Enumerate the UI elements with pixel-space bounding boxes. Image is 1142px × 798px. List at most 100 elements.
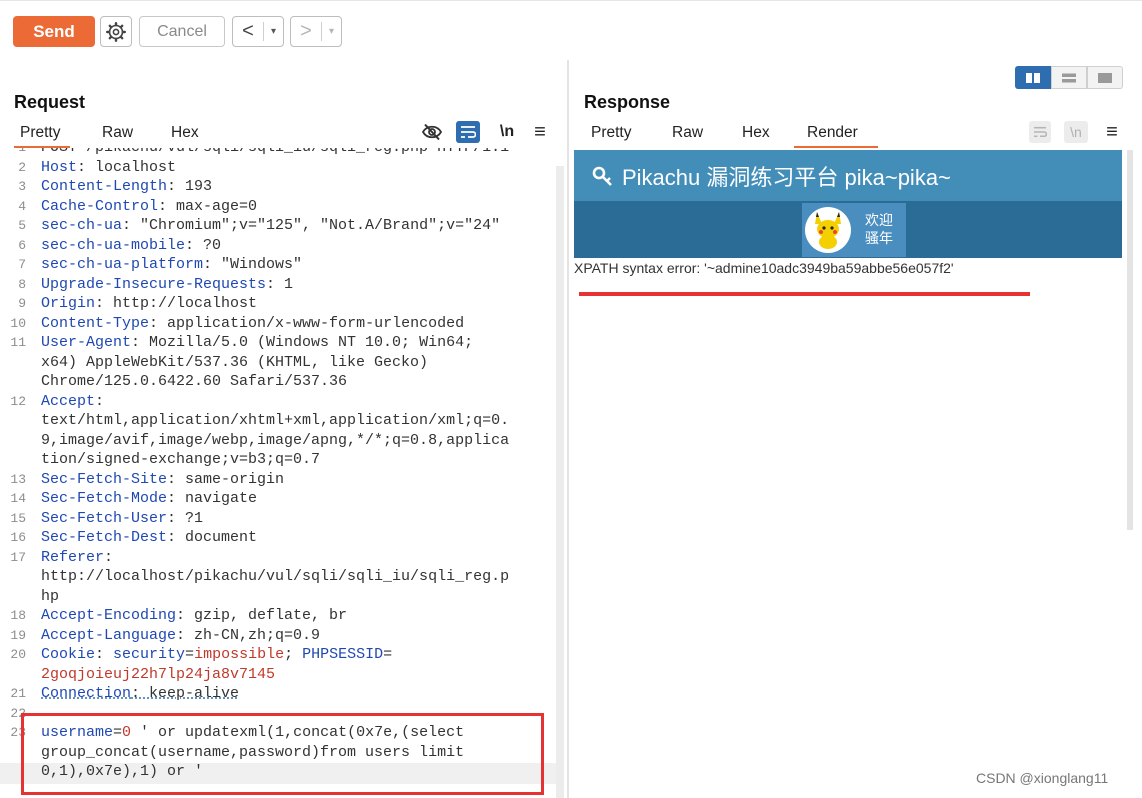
line-text: tion/signed-exchange;v=b3;q=0.7 <box>41 450 320 470</box>
forward-button[interactable]: > ▾ <box>290 16 342 47</box>
request-tab-hex[interactable]: Hex <box>171 124 199 142</box>
code-token: : ?0 <box>185 236 222 254</box>
code-token: : <box>95 646 114 663</box>
code-token: : max-age=0 <box>158 197 258 215</box>
code-line: 4 Cache-Control: max-age=0 <box>0 197 556 217</box>
response-scrollbar[interactable] <box>1127 150 1133 530</box>
code-token: : localhost <box>77 158 177 176</box>
line-text: sec-ch-ua: "Chromium";v="125", "Not.A/Br… <box>41 216 500 236</box>
line-number: 7 <box>18 257 26 272</box>
line-number: 15 <box>10 510 26 526</box>
code-line: 12 Accept: <box>0 392 556 412</box>
send-button[interactable]: Send <box>13 16 95 47</box>
line-number: 5 <box>18 218 26 233</box>
code-token: : application/x-www-form-urlencoded <box>149 314 465 332</box>
response-active-tab-indicator <box>794 146 878 148</box>
layout-tabs-button[interactable] <box>1087 66 1123 89</box>
layout-side-by-side-button[interactable] <box>1015 66 1051 89</box>
line-number: 16 <box>10 530 26 545</box>
request-menu-button[interactable]: ≡ <box>530 121 550 143</box>
line-number: 1 <box>0 148 26 158</box>
request-tab-raw[interactable]: Raw <box>102 124 133 142</box>
code-token: = <box>383 646 393 663</box>
back-button[interactable]: < ▾ <box>232 16 284 47</box>
code-token: Chrome/125.0.6422.60 Safari/537.36 <box>41 373 348 390</box>
back-history-dropdown[interactable]: ▾ <box>263 22 283 41</box>
response-menu-button[interactable]: ≡ <box>1103 121 1121 143</box>
response-tab-raw[interactable]: Raw <box>672 124 703 142</box>
line-text: Accept: <box>41 392 104 412</box>
code-token: : <box>104 548 114 566</box>
welcome-line-1: 欢迎 <box>865 213 893 229</box>
line-text: Chrome/125.0.6422.60 Safari/537.36 <box>41 372 347 392</box>
line-text: Cookie: security=impossible; PHPSESSID= <box>41 645 392 665</box>
code-line: 15 Sec-Fetch-User: ?1 <box>0 509 556 529</box>
code-token: Accept-Encoding <box>41 607 177 624</box>
request-editor[interactable]: 1 POST /pikachu/vul/sqli/sqli_iu/sqli_reg… <box>0 148 562 798</box>
code-token: 9,image/avif,image/webp,image/apng,*/*;q… <box>41 431 510 449</box>
code-token: : 193 <box>167 178 213 195</box>
code-token: Upgrade-Insecure-Requests <box>41 275 267 293</box>
code-token: ; <box>284 646 303 663</box>
line-number: 3 <box>18 179 26 194</box>
code-line: 9,image/avif,image/webp,image/apng,*/*;q… <box>0 431 556 451</box>
code-token: : "Windows" <box>203 256 303 273</box>
layout-stacked-button[interactable] <box>1051 66 1087 89</box>
code-token: Sec-Fetch-Mode <box>41 490 168 507</box>
line-number: 18 <box>10 608 26 623</box>
response-wrap-button[interactable] <box>1029 121 1051 143</box>
response-tab-render[interactable]: Render <box>807 124 858 142</box>
line-text: Sec-Fetch-Site: same-origin <box>41 470 284 490</box>
code-line: 18 Accept-Encoding: gzip, deflate, br <box>0 606 556 626</box>
line-text: Cache-Control: max-age=0 <box>41 197 257 217</box>
response-tab-hex[interactable]: Hex <box>742 124 770 142</box>
code-token: : ?1 <box>167 509 204 527</box>
code-token: Sec-Fetch-Site <box>41 470 168 488</box>
settings-button[interactable] <box>100 16 132 47</box>
line-text: Sec-Fetch-Mode: navigate <box>41 489 257 509</box>
code-line: tion/signed-exchange;v=b3;q=0.7 <box>0 450 556 470</box>
line-text: Content-Type: application/x-www-form-url… <box>41 314 464 334</box>
code-token: Connection <box>41 685 132 702</box>
response-newline-button[interactable]: \n <box>1064 121 1088 143</box>
code-line: 14 Sec-Fetch-Mode: navigate <box>0 489 556 509</box>
response-title: Response <box>584 92 671 112</box>
key-icon <box>592 166 612 186</box>
gear-icon <box>106 21 126 42</box>
wrap-text-button[interactable] <box>456 121 480 143</box>
line-text: Accept-Language: zh-CN,zh;q=0.9 <box>41 626 320 646</box>
hide-nonprintable-button[interactable] <box>420 121 444 143</box>
line-text: Accept-Encoding: gzip, deflate, br <box>41 606 347 626</box>
code-token: security <box>113 646 186 663</box>
wrap-text-icon <box>461 126 476 138</box>
code-line: 5 sec-ch-ua: "Chromium";v="125", "Not.A/B… <box>0 216 556 236</box>
line-number: 19 <box>10 627 26 643</box>
pane-divider[interactable] <box>567 60 569 798</box>
code-line: text/html,application/xhtml+xml,applicat… <box>0 411 556 431</box>
code-line: 16 Sec-Fetch-Dest: document <box>0 528 556 548</box>
newline-button[interactable]: \n <box>496 121 518 143</box>
line-text: x64) AppleWebKit/537.36 (KHTML, like Gec… <box>41 353 428 373</box>
line-number: 2 <box>18 159 26 175</box>
code-token: : "Chromium";v="125", "Not.A/Brand";v="2… <box>122 217 501 234</box>
forward-history-dropdown[interactable]: ▾ <box>321 22 341 41</box>
annotation-red-box <box>21 713 544 795</box>
code-token: : http://localhost <box>95 295 258 312</box>
code-token: http://localhost/pikachu/vul/sqli/sqli_i… <box>41 568 510 585</box>
line-text: User-Agent: Mozilla/5.0 (Windows NT 10.0… <box>41 333 473 353</box>
code-token: Content-Length <box>41 178 168 195</box>
code-token: : 1 <box>266 275 294 293</box>
line-number: 8 <box>18 276 26 292</box>
line-text: Upgrade-Insecure-Requests: 1 <box>41 275 293 295</box>
cancel-button[interactable]: Cancel <box>139 16 225 47</box>
line-text: sec-ch-ua-platform: "Windows" <box>41 255 302 275</box>
line-text: text/html,application/xhtml+xml,applicat… <box>41 411 509 431</box>
toolbar: Send Cancel < ▾ > ▾ <box>0 0 1142 60</box>
request-scrollbar[interactable] <box>556 166 564 798</box>
code-token: Sec-Fetch-User <box>41 509 168 527</box>
code-line: 2 Host: localhost <box>0 158 556 178</box>
code-token: : zh-CN,zh;q=0.9 <box>176 626 321 644</box>
request-tab-pretty[interactable]: Pretty <box>20 124 60 142</box>
render-user-block[interactable]: 欢迎 骚年 <box>802 203 906 257</box>
response-tab-pretty[interactable]: Pretty <box>591 124 631 142</box>
